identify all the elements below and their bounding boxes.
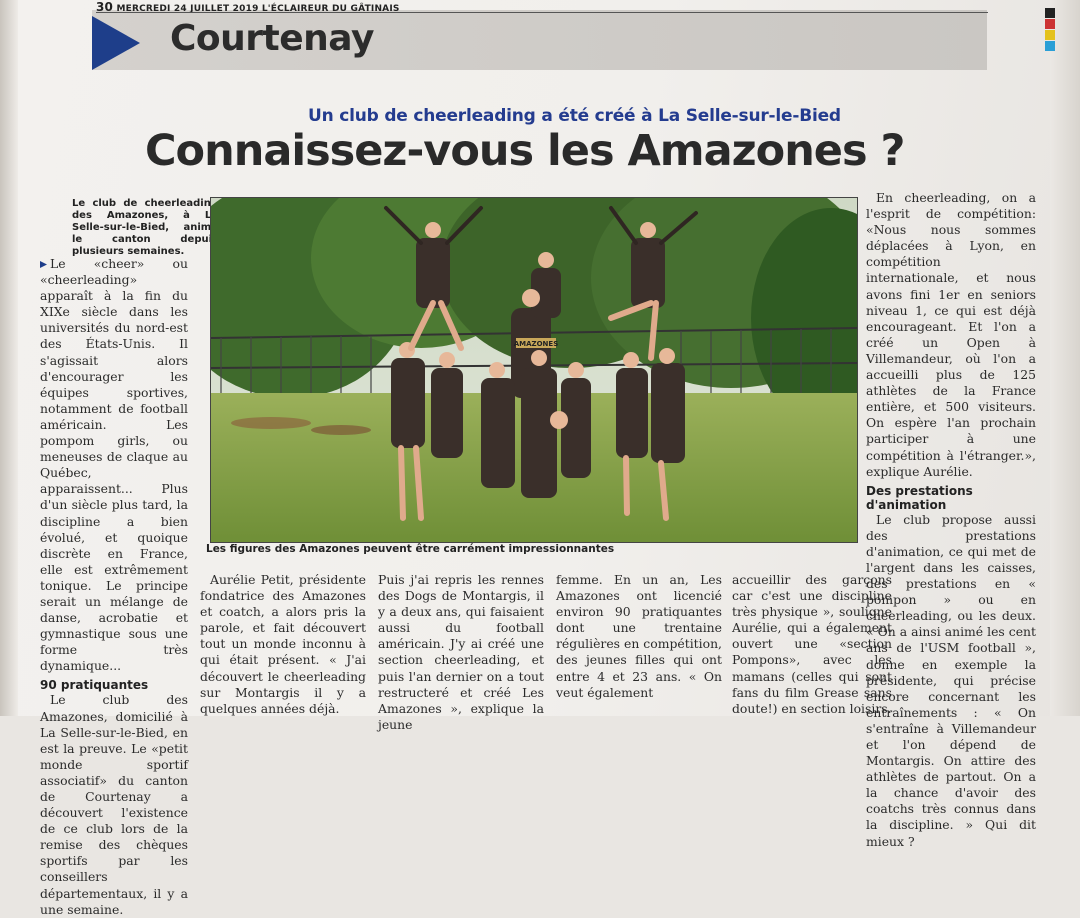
page-binding-shadow [0,0,18,716]
column-3: Puis j'ai repris les rennes des Dogs de … [378,572,544,733]
column-1: Le «cheer» ou «cheerleading» apparaît à … [40,256,188,918]
subhead-prestations: Des prestations d'animation [866,483,973,512]
color-registration-marks [1045,8,1055,52]
play-arrow-icon [92,16,140,70]
article-lead: Le club de cheerleading des Amazones, à … [72,198,218,257]
rubric-title: Courtenay [170,18,374,59]
col3-text: Puis j'ai repris les rennes des Dogs de … [378,572,544,732]
photo-caption: Les figures des Amazones peuvent être ca… [206,543,615,555]
col4-text: femme. En un an, Les Amazones ont licenc… [556,572,722,700]
subhead-pratiquantes: 90 pratiquantes [40,678,149,693]
column-4: femme. En un an, Les Amazones ont licenc… [556,572,722,701]
col6-para2: Le club propose aussi des prestations d'… [866,511,1036,849]
col1-para1: Le «cheer» ou «cheerleading» apparaît à … [40,256,188,674]
page-edge [1050,0,1080,716]
col2-text: Aurélie Petit, présidente fondatrice des… [200,572,366,716]
folio-rule [96,12,988,13]
col1-para2: Le club des Amazones, domicilié à La Sel… [40,692,188,917]
jersey-text: AMAZONES [514,340,559,348]
column-2: Aurélie Petit, présidente fondatrice des… [200,572,366,717]
col6-para1: En cheerleading, on a l'esprit de compét… [866,190,1036,479]
article-kicker: Un club de cheerleading a été créé à La … [308,106,841,126]
article-headline: Connaissez-vous les Amazones ? [145,126,905,176]
cheerleaders-photo: AMAZONES [210,197,858,543]
column-6: En cheerleading, on a l'esprit de compét… [866,190,1036,850]
newspaper-page: 30 MERCREDI 24 JUILLET 2019 L'ÉCLAIREUR … [0,0,1080,917]
paragraph-marker-icon [40,261,47,268]
